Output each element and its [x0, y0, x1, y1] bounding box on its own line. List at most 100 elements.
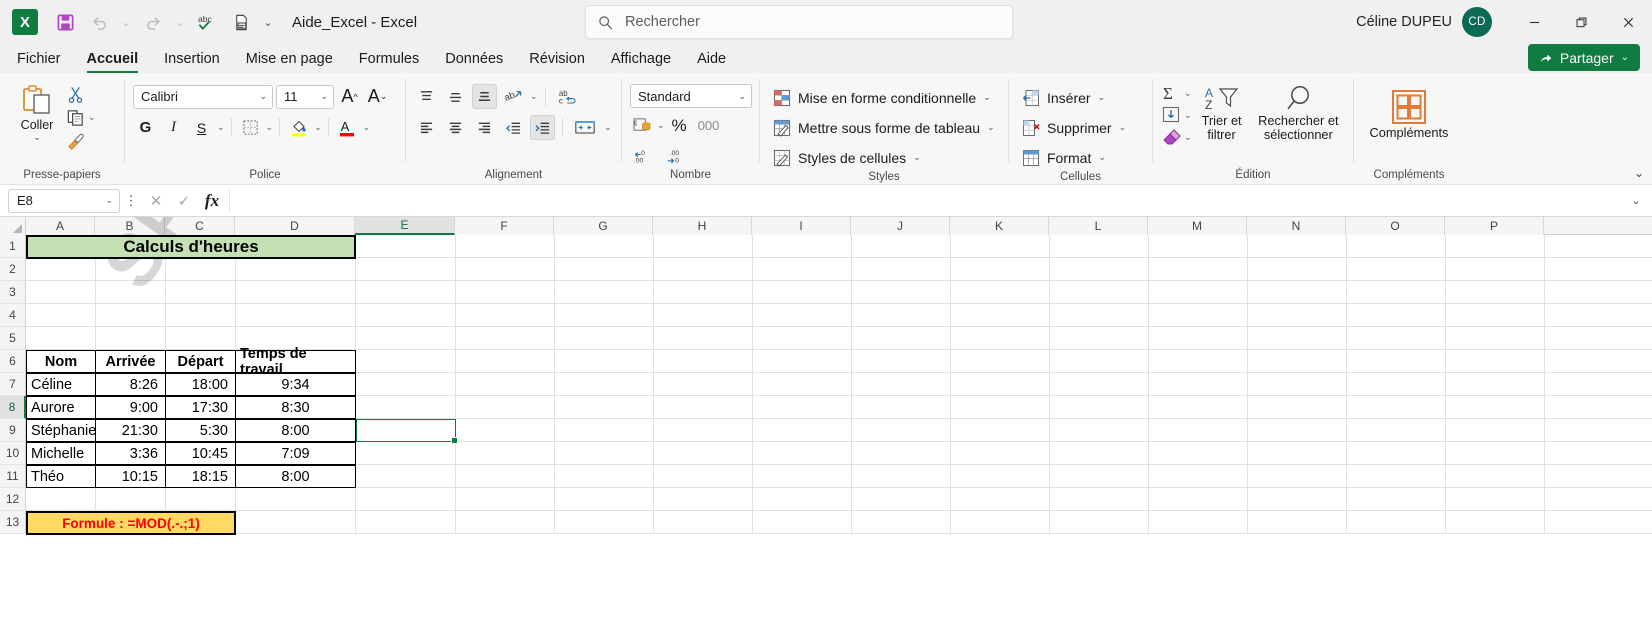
column-header-C[interactable]: C	[165, 217, 235, 235]
delete-cells-chevron-down-icon[interactable]: ⌄	[1119, 122, 1127, 133]
tab-mise-en-page[interactable]: Mise en page	[233, 49, 346, 73]
font-size-chevron-down-icon[interactable]: ⌄	[320, 91, 328, 102]
expand-formula-bar-chevron-down-icon[interactable]: ⌄	[1624, 194, 1648, 207]
search-box[interactable]: Rechercher	[585, 5, 1013, 39]
row-header-10[interactable]: 10	[0, 442, 26, 465]
share-chevron-down-icon[interactable]: ⌄	[1621, 52, 1629, 63]
row-header-5[interactable]: 5	[0, 327, 26, 350]
orientation-chevron-down-icon[interactable]: ⌄	[530, 91, 538, 102]
spelling-abc-icon[interactable]: abc	[190, 6, 224, 38]
cell-A9[interactable]: Michelle	[26, 442, 96, 465]
print-preview-icon[interactable]	[224, 6, 258, 38]
copy-button[interactable]: ⌄	[66, 108, 96, 127]
cell-A5[interactable]: Nom	[26, 350, 96, 373]
column-header-F[interactable]: F	[455, 217, 554, 235]
paste-button[interactable]: Coller ⌄	[8, 81, 66, 143]
select-all-corner[interactable]	[0, 217, 26, 235]
row-header-12[interactable]: 12	[0, 488, 26, 511]
clear-button[interactable]: ⌄	[1161, 128, 1192, 146]
row-header-2[interactable]: 2	[0, 258, 26, 281]
orientation-button[interactable]: ab	[501, 84, 526, 109]
font-color-chevron-down-icon[interactable]: ⌄	[363, 122, 371, 133]
conditional-formatting-chevron-down-icon[interactable]: ⌄	[983, 92, 991, 103]
cell-B6[interactable]: 8:26	[95, 373, 166, 396]
format-cells-chevron-down-icon[interactable]: ⌄	[1098, 152, 1106, 163]
row-header-3[interactable]: 3	[0, 281, 26, 304]
column-header-I[interactable]: I	[752, 217, 851, 235]
insert-function-button[interactable]: fx	[198, 189, 226, 213]
name-box[interactable]: E8 ⌄	[8, 188, 120, 213]
tab-donnees[interactable]: Données	[432, 49, 516, 73]
avatar[interactable]: CD	[1462, 7, 1492, 37]
format-cells-button[interactable]: Format ⌄	[1017, 144, 1111, 171]
sort-and-filter-button[interactable]: AZ Trier et filtrer	[1194, 82, 1250, 142]
bold-button[interactable]: G	[133, 115, 158, 140]
row-header-9[interactable]: 9	[0, 419, 26, 442]
number-format-chevron-down-icon[interactable]: ⌄	[738, 91, 746, 102]
column-header-D[interactable]: D	[235, 217, 355, 235]
merge-chevron-down-icon[interactable]: ⌄	[604, 122, 612, 133]
align-left-button[interactable]	[414, 115, 439, 140]
italic-button[interactable]: I	[161, 115, 186, 140]
accounting-format-button[interactable]: €	[630, 113, 655, 138]
number-format-select[interactable]: Standard ⌄	[630, 84, 752, 108]
font-size-select[interactable]: 11 ⌄	[276, 84, 334, 109]
column-header-J[interactable]: J	[851, 217, 950, 235]
cell-C9[interactable]: 10:45	[165, 442, 236, 465]
decrease-decimal-button[interactable]: .00 0	[664, 143, 690, 168]
collapse-ribbon-chevron-up-icon[interactable]: ⌄	[1634, 166, 1644, 180]
align-right-button[interactable]	[472, 115, 497, 140]
minimize-button[interactable]	[1511, 0, 1558, 44]
cell-A10[interactable]: Théo	[26, 465, 96, 488]
borders-button[interactable]	[238, 115, 263, 140]
format-painter-button[interactable]	[66, 131, 96, 150]
column-header-H[interactable]: H	[653, 217, 752, 235]
grow-font-button[interactable]: A ^	[337, 84, 362, 109]
underline-chevron-down-icon[interactable]: ⌄	[217, 122, 225, 133]
cell-B7[interactable]: 9:00	[95, 396, 166, 419]
find-and-select-button[interactable]: Rechercher et sélectionner	[1252, 82, 1345, 142]
row-header-11[interactable]: 11	[0, 465, 26, 488]
column-header-L[interactable]: L	[1049, 217, 1148, 235]
restore-button[interactable]	[1558, 0, 1605, 44]
column-header-A[interactable]: A	[26, 217, 95, 235]
percent-format-button[interactable]: %	[667, 113, 692, 138]
cell-A8[interactable]: Stéphanie	[26, 419, 96, 442]
format-as-table-button[interactable]: Mettre sous forme de tableau ⌄	[768, 114, 1000, 141]
copy-chevron-down-icon[interactable]: ⌄	[88, 112, 96, 123]
clear-chevron-down-icon[interactable]: ⌄	[1184, 132, 1192, 143]
thousands-separator-button[interactable]: 000	[694, 113, 724, 138]
align-middle-button[interactable]	[443, 84, 468, 109]
name-box-chevron-down-icon[interactable]: ⌄	[105, 195, 113, 206]
cell-A1-title[interactable]: Calculs d'heures	[26, 235, 356, 259]
formula-input[interactable]	[229, 188, 1624, 213]
cell-A12-formula-note[interactable]: Formule : =MOD(.-.;1)	[26, 511, 236, 535]
insert-cells-button[interactable]: Insérer ⌄	[1017, 84, 1110, 111]
addins-button[interactable]: Compléments	[1362, 86, 1456, 140]
tab-revision[interactable]: Révision	[516, 49, 598, 73]
delete-cells-button[interactable]: Supprimer ⌄	[1017, 114, 1131, 141]
increase-decimal-button[interactable]: 0.00	[630, 143, 656, 168]
cell-C10[interactable]: 18:15	[165, 465, 236, 488]
cell-D7[interactable]: 8:30	[235, 396, 356, 419]
cell-D6[interactable]: 9:34	[235, 373, 356, 396]
column-header-P[interactable]: P	[1445, 217, 1544, 235]
tab-fichier[interactable]: Fichier	[4, 49, 74, 73]
increase-indent-button[interactable]	[530, 115, 555, 140]
align-center-button[interactable]	[443, 115, 468, 140]
column-header-G[interactable]: G	[554, 217, 653, 235]
row-header-7[interactable]: 7	[0, 373, 26, 396]
align-bottom-button[interactable]	[472, 84, 497, 109]
fill-color-chevron-down-icon[interactable]: ⌄	[314, 122, 322, 133]
wrap-text-button[interactable]: ab c	[553, 84, 587, 109]
column-header-N[interactable]: N	[1247, 217, 1346, 235]
fill-chevron-down-icon[interactable]: ⌄	[1184, 110, 1192, 121]
fill-color-button[interactable]	[286, 115, 311, 140]
cell-styles-button[interactable]: Styles de cellules ⌄	[768, 144, 926, 171]
undo-icon[interactable]	[82, 6, 116, 38]
autosum-chevron-down-icon[interactable]: ⌄	[1184, 88, 1192, 99]
cell-D10[interactable]: 8:00	[235, 465, 356, 488]
undo-chevron-down-icon[interactable]: ⌄	[116, 6, 136, 38]
share-button[interactable]: Partager ⌄	[1527, 44, 1640, 71]
column-header-E[interactable]: E	[355, 217, 455, 235]
